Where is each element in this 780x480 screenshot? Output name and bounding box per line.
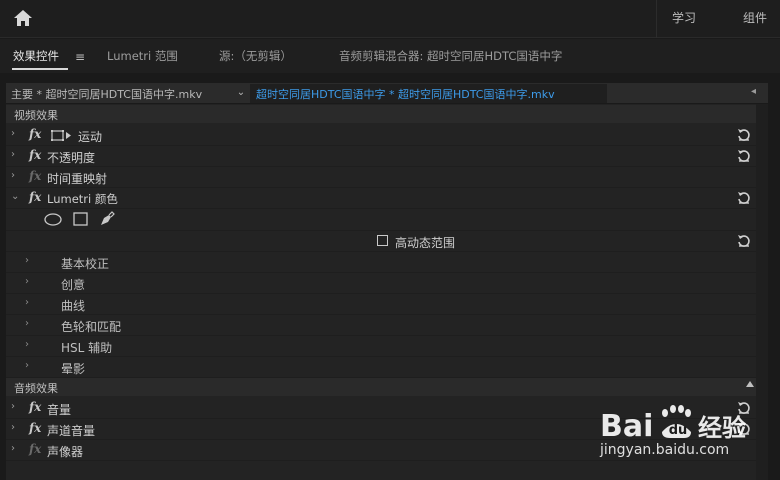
- fx-toggle-icon: fx: [29, 169, 42, 183]
- reset-icon[interactable]: [736, 190, 752, 206]
- effect-row-opacity[interactable]: › fx 不透明度: [6, 146, 756, 167]
- effect-row-time-remapping[interactable]: › fx 时间重映射: [6, 167, 756, 188]
- effect-label: 音量: [47, 403, 72, 417]
- rectangle-mask-icon[interactable]: [73, 212, 88, 226]
- audio-effects-header: 音频效果: [6, 378, 768, 396]
- video-effects-label: 视频效果: [14, 109, 58, 122]
- master-clip-name[interactable]: 主要 * 超时空同居HDTC国语中字.mkv: [11, 86, 202, 102]
- watermark-url: jingyan.baidu.com: [600, 442, 730, 458]
- workspace-assemble[interactable]: 组件: [743, 9, 767, 26]
- lumetri-section-curves[interactable]: › 曲线: [6, 294, 756, 315]
- section-label: 创意: [61, 278, 86, 292]
- effect-label: 运动: [78, 130, 103, 144]
- chevron-right-icon[interactable]: ›: [25, 339, 29, 350]
- svg-text:经验: 经验: [698, 414, 746, 442]
- tab-lumetri-scopes[interactable]: Lumetri 范围: [107, 48, 178, 64]
- chevron-right-icon[interactable]: ›: [25, 360, 29, 371]
- audio-effects-label: 音频效果: [14, 382, 58, 395]
- effect-row-lumetri[interactable]: ⌄ fx Lumetri 颜色: [6, 188, 756, 209]
- chevron-right-icon[interactable]: ›: [11, 401, 15, 412]
- active-tab-indicator: [12, 68, 68, 70]
- tab-effect-controls[interactable]: 效果控件: [13, 48, 59, 64]
- timeline-toggle-icon[interactable]: ◂: [751, 86, 756, 97]
- top-bar: 学习 组件: [0, 0, 780, 38]
- chevron-right-icon[interactable]: ›: [25, 297, 29, 308]
- section-label: HSL 辅助: [61, 341, 113, 355]
- collapse-up-icon[interactable]: [746, 381, 754, 387]
- video-effects-header: 视频效果: [6, 105, 768, 123]
- section-label: 晕影: [61, 362, 86, 376]
- chevron-down-icon[interactable]: ⌄: [232, 84, 250, 102]
- hdr-row: 高动态范围: [6, 231, 756, 252]
- fx-toggle-icon[interactable]: fx: [29, 190, 41, 204]
- sequence-clip-selector[interactable]: 超时空同居HDTC国语中字 * 超时空同居HDTC国语中字.mkv: [250, 84, 607, 103]
- panel-menu-icon[interactable]: ≡: [75, 50, 85, 64]
- chevron-right-icon[interactable]: ›: [11, 128, 15, 139]
- panel-tabs: 效果控件 ≡ Lumetri 范围 源:（无剪辑） 音频剪辑混合器: 超时空同居…: [0, 39, 780, 73]
- home-icon[interactable]: [12, 8, 34, 28]
- chevron-right-icon[interactable]: ›: [25, 255, 29, 266]
- svg-text:Bai: Bai: [600, 409, 653, 444]
- lumetri-section-vignette[interactable]: › 晕影: [6, 357, 756, 378]
- effect-label: Lumetri 颜色: [47, 192, 118, 206]
- transform-icon[interactable]: [51, 129, 73, 142]
- svg-text:du: du: [669, 423, 688, 438]
- fx-toggle-icon[interactable]: fx: [29, 400, 41, 414]
- effect-label: 声像器: [47, 445, 84, 459]
- hdr-checkbox[interactable]: [377, 235, 388, 246]
- chevron-right-icon[interactable]: ›: [11, 443, 15, 454]
- section-label: 曲线: [61, 299, 86, 313]
- divider: [656, 0, 657, 38]
- chevron-right-icon[interactable]: ›: [25, 276, 29, 287]
- mask-tools-row: [6, 209, 756, 231]
- effect-row-motion[interactable]: › fx 运动: [6, 125, 756, 146]
- section-label: 色轮和匹配: [61, 320, 122, 334]
- pen-mask-icon[interactable]: [99, 211, 115, 227]
- ellipse-mask-icon[interactable]: [44, 213, 62, 226]
- fx-toggle-icon[interactable]: fx: [29, 127, 41, 141]
- effect-label: 声道音量: [47, 424, 96, 438]
- sequence-clip-name: 超时空同居HDTC国语中字 * 超时空同居HDTC国语中字.mkv: [256, 88, 555, 101]
- lumetri-section-creative[interactable]: › 创意: [6, 273, 756, 294]
- fx-toggle-icon: fx: [29, 442, 42, 456]
- workspace-learn[interactable]: 学习: [672, 9, 696, 26]
- chevron-right-icon[interactable]: ›: [25, 318, 29, 329]
- chevron-right-icon[interactable]: ›: [11, 149, 15, 160]
- hdr-label: 高动态范围: [395, 236, 456, 250]
- tab-source[interactable]: 源:（无剪辑）: [219, 48, 292, 64]
- reset-icon[interactable]: [736, 127, 752, 143]
- effect-label: 时间重映射: [47, 172, 108, 186]
- lumetri-section-hsl[interactable]: › HSL 辅助: [6, 336, 756, 357]
- reset-icon[interactable]: [736, 148, 752, 164]
- lumetri-section-basic[interactable]: › 基本校正: [6, 252, 756, 273]
- clip-bar: 主要 * 超时空同居HDTC国语中字.mkv ⌄ 超时空同居HDTC国语中字 *…: [6, 83, 768, 104]
- chevron-down-icon[interactable]: ⌄: [11, 191, 19, 202]
- effect-label: 不透明度: [47, 151, 96, 165]
- chevron-right-icon[interactable]: ›: [11, 422, 15, 433]
- reset-icon[interactable]: [736, 233, 752, 249]
- tab-audio-clip-mixer[interactable]: 音频剪辑混合器: 超时空同居HDTC国语中字: [339, 48, 562, 64]
- lumetri-section-color-wheels[interactable]: › 色轮和匹配: [6, 315, 756, 336]
- fx-toggle-icon[interactable]: fx: [29, 148, 41, 162]
- chevron-right-icon[interactable]: ›: [11, 170, 15, 181]
- section-label: 基本校正: [61, 257, 110, 271]
- fx-toggle-icon[interactable]: fx: [29, 421, 41, 435]
